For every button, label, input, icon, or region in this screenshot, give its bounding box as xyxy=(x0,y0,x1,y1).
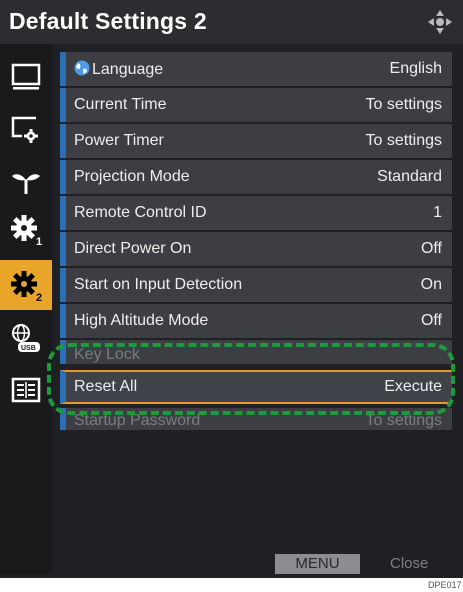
menu-item-value: Off xyxy=(420,240,442,257)
menu-item-remote-control-id[interactable]: Remote Control ID 1 xyxy=(60,196,452,230)
menu-item-label: Language xyxy=(92,61,164,78)
svg-text:USB: USB xyxy=(21,345,36,352)
menu-item-value: 1 xyxy=(433,204,442,221)
svg-text:1: 1 xyxy=(36,236,42,248)
menu-item-power-timer[interactable]: Power Timer To settings xyxy=(60,124,452,158)
settings-2-icon: 2 xyxy=(11,271,42,304)
projector-osd-screen: Default Settings 2 1 2 USB Language Engl… xyxy=(0,0,463,578)
sidebar-item-network-usb[interactable]: USB xyxy=(0,312,52,362)
footer-bar: MENU Close xyxy=(0,554,463,578)
display-settings-icon xyxy=(11,116,38,143)
menu-item-label: Projection Mode xyxy=(74,168,190,185)
sidebar-item-display[interactable] xyxy=(0,50,52,100)
menu-item-label: Start on Input Detection xyxy=(74,276,243,293)
menu-item-label: Power Timer xyxy=(74,132,164,149)
directional-pad-icon xyxy=(428,10,452,34)
eco-leaf-icon xyxy=(12,174,40,194)
menu-item-value: On xyxy=(420,276,442,293)
display-icon xyxy=(11,63,41,90)
menu-item-label: Remote Control ID xyxy=(74,204,207,221)
settings-1-icon: 1 xyxy=(11,215,42,248)
title-bar: Default Settings 2 xyxy=(0,0,463,44)
menu-item-label: Current Time xyxy=(74,96,167,113)
menu-item-value: Off xyxy=(420,312,442,329)
close-button[interactable]: Close xyxy=(390,554,440,574)
info-panel-icon xyxy=(11,377,41,403)
menu-item-label: High Altitude Mode xyxy=(74,312,209,329)
svg-text:2: 2 xyxy=(36,292,42,304)
sidebar-item-default-settings-1[interactable]: 1 xyxy=(0,204,52,254)
figure-code: DPE017 xyxy=(428,580,462,590)
sidebar-item-default-settings-2[interactable]: 2 xyxy=(0,260,52,310)
callout-highlight xyxy=(47,343,455,415)
menu-item-value: English xyxy=(389,60,442,77)
page-title: Default Settings 2 xyxy=(9,8,207,34)
menu-item-projection-mode[interactable]: Projection Mode Standard xyxy=(60,160,452,194)
menu-item-current-time[interactable]: Current Time To settings xyxy=(60,88,452,122)
menu-item-language[interactable]: Language English xyxy=(60,52,452,86)
network-usb-icon: USB xyxy=(12,324,40,352)
menu-item-value: Standard xyxy=(377,168,442,185)
sidebar-item-display-settings[interactable] xyxy=(0,102,52,152)
menu-item-value: To settings xyxy=(365,132,442,149)
sidebar: 1 2 USB xyxy=(0,44,52,574)
menu-item-direct-power-on[interactable]: Direct Power On Off xyxy=(60,232,452,266)
sidebar-item-eco[interactable] xyxy=(0,154,52,204)
sidebar-item-info[interactable] xyxy=(0,364,52,414)
globe-icon xyxy=(74,60,90,76)
menu-item-high-altitude-mode[interactable]: High Altitude Mode Off xyxy=(60,304,452,338)
menu-item-start-on-input-detection[interactable]: Start on Input Detection On xyxy=(60,268,452,302)
menu-item-value: To settings xyxy=(365,96,442,113)
menu-button[interactable]: MENU xyxy=(275,554,360,574)
menu-item-label: Direct Power On xyxy=(74,240,192,257)
